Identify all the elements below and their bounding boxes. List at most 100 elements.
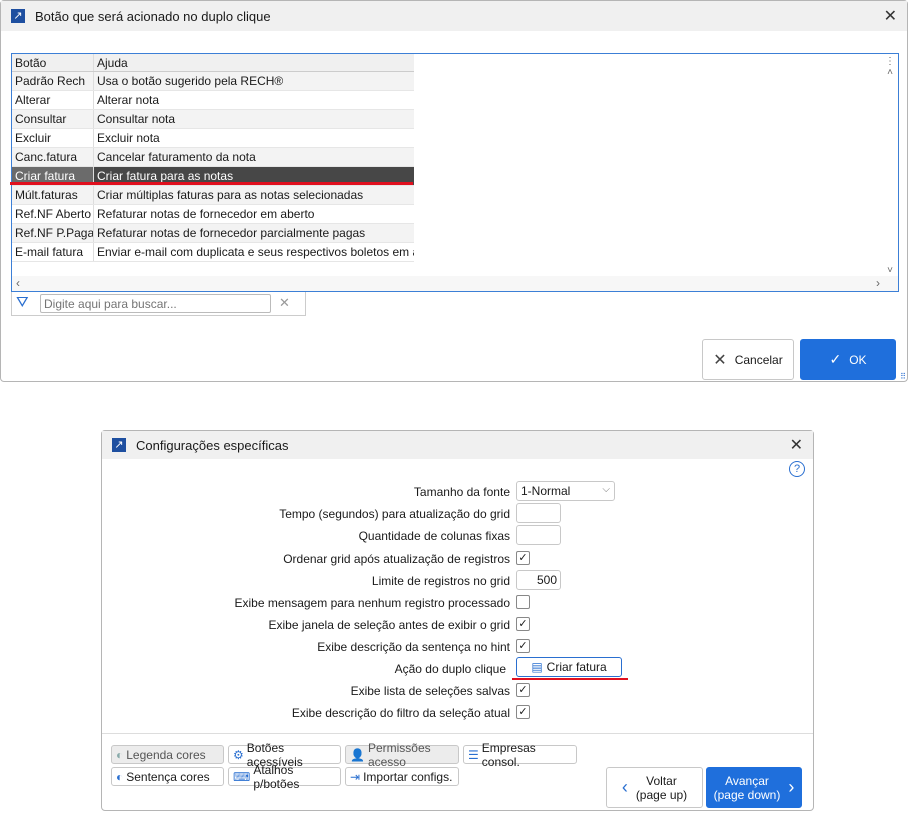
color-legend-label: Legenda cores: [126, 747, 206, 762]
table-row[interactable]: Consultar Consultar nota: [12, 110, 414, 129]
app-icon: ↗: [112, 438, 126, 452]
close-icon[interactable]: ✕: [884, 6, 897, 26]
cell-ajuda: Excluir nota: [97, 131, 160, 145]
dialog-title: Configurações específicas: [136, 437, 289, 453]
sort-grid-checkbox[interactable]: ✓: [516, 551, 530, 565]
cell-botao: Canc.fatura: [12, 148, 94, 166]
button-shortcuts-label: Atalhos p/botões: [253, 762, 300, 791]
font-size-value: 1-Normal: [521, 484, 571, 498]
filter-desc-label: Exibe descrição do filtro da seleção atu…: [291, 706, 510, 720]
selection-window-checkbox[interactable]: ✓: [516, 617, 530, 631]
refresh-time-input[interactable]: [516, 503, 561, 523]
cell-botao: Consultar: [12, 110, 94, 128]
cell-botao: Padrão Rech: [12, 72, 94, 90]
scroll-down-icon[interactable]: ˅: [882, 265, 898, 276]
title-bar: ↗ Botão que será acionado no duplo cliqu…: [1, 1, 907, 31]
palette-icon: ◐: [116, 769, 124, 784]
highlight-underline: [10, 182, 413, 185]
gear-icon: ⚙: [233, 747, 244, 762]
cell-botao: E-mail fatura: [12, 243, 94, 261]
scroll-left-icon[interactable]: ‹: [16, 276, 20, 290]
sentence-hint-label: Exibe descrição da sentença no hint: [317, 640, 510, 654]
no-record-msg-checkbox[interactable]: [516, 595, 530, 609]
sort-grid-label: Ordenar grid após atualização de registr…: [283, 552, 510, 566]
consolidated-companies-label: Empresas consol.: [481, 740, 536, 769]
cell-ajuda: Refaturar notas de fornecedor parcialmen…: [97, 226, 366, 240]
table-row[interactable]: Múlt.faturas Criar múltiplas faturas para…: [12, 186, 414, 205]
table-row[interactable]: Ref.NF Aberto Refaturar notas de forneced…: [12, 205, 414, 224]
font-size-select[interactable]: 1-Normal ⌵: [516, 481, 615, 501]
accessible-buttons-button[interactable]: ⚙ Botões acessíveis: [228, 741, 341, 769]
vertical-scrollbar[interactable]: ⋮ ˄ ˅: [882, 54, 898, 276]
back-label: Voltar: [646, 773, 677, 788]
back-text: Voltar (page up): [636, 774, 687, 802]
table-row[interactable]: Excluir Excluir nota: [12, 129, 414, 148]
user-check-icon: 👤: [350, 747, 365, 762]
import-configs-label: Importar configs.: [363, 769, 453, 784]
no-record-msg-label: Exibe mensagem para nenhum registro proc…: [234, 596, 510, 610]
button-shortcuts-button[interactable]: ⌨ Atalhos p/botões: [228, 763, 341, 791]
fixed-columns-label: Quantidade de colunas fixas: [358, 529, 510, 543]
fixed-columns-input[interactable]: [516, 525, 561, 545]
chevron-left-icon: ‹: [621, 777, 628, 797]
keyboard-icon: ⌨: [233, 769, 251, 784]
import-configs-button[interactable]: ⇥ Importar configs.: [345, 767, 459, 786]
invoice-icon: ▤: [531, 660, 543, 674]
cell-ajuda: Usa o botão sugerido pela RECH®: [97, 74, 284, 88]
grid-header: Botão Ajuda: [12, 54, 414, 72]
filter-bar: ⛛ ✕: [11, 292, 306, 316]
cell-botao: Ref.NF P.Paga: [12, 224, 94, 242]
dialog-title: Botão que será acionado no duplo clique: [35, 8, 271, 24]
table-row[interactable]: Canc.fatura Cancelar faturamento da nota: [12, 148, 414, 167]
double-click-action-button[interactable]: ▤ Criar fatura: [516, 657, 622, 677]
double-click-label: Ação do duplo clique: [394, 662, 506, 676]
selection-window-label: Exibe janela de seleção antes de exibir …: [268, 618, 511, 632]
saved-selections-checkbox[interactable]: ✓: [516, 683, 530, 697]
scroll-up-icon[interactable]: ˄: [882, 67, 898, 78]
horizontal-scrollbar[interactable]: ‹ ›: [12, 276, 898, 291]
next-button[interactable]: Avançar (page down) ›: [706, 767, 802, 808]
cancel-icon: ✕: [713, 351, 727, 369]
clear-search-icon[interactable]: ✕: [279, 295, 290, 311]
help-icon[interactable]: ?: [789, 461, 805, 477]
import-icon: ⇥: [350, 769, 361, 784]
record-limit-input[interactable]: 500: [516, 570, 561, 590]
resize-grip-icon[interactable]: ⠿: [900, 372, 906, 381]
cell-ajuda: Alterar nota: [97, 93, 160, 107]
record-limit-label: Limite de registros no grid: [371, 574, 510, 588]
table-row[interactable]: Alterar Alterar nota: [12, 91, 414, 110]
scroll-right-icon[interactable]: ›: [876, 276, 880, 290]
search-input[interactable]: [40, 294, 271, 313]
sentence-colors-label: Sentença cores: [126, 769, 210, 784]
buttons-grid: Botão Ajuda Padrão Rech Usa o botão suger…: [11, 53, 899, 292]
cancel-label: Cancelar: [734, 352, 783, 367]
cancel-button[interactable]: ✕ Cancelar: [702, 339, 794, 380]
double-click-button-dialog: ↗ Botão que será acionado no duplo cliqu…: [0, 0, 908, 382]
menu-dots-icon[interactable]: ⋮: [882, 56, 898, 67]
table-row[interactable]: E-mail fatura Enviar e-mail com duplicata…: [12, 243, 414, 262]
title-bar: ↗ Configurações específicas ✕: [102, 431, 813, 459]
list-icon: ☰: [468, 747, 479, 762]
column-header-ajuda[interactable]: Ajuda: [94, 54, 414, 71]
consolidated-companies-button[interactable]: ☰ Empresas consol.: [463, 741, 577, 769]
cell-ajuda: Enviar e-mail com duplicata e seus respe…: [97, 245, 414, 259]
palette-icon: ◐: [116, 747, 124, 762]
color-legend-button[interactable]: ◐ Legenda cores: [111, 745, 224, 764]
app-icon: ↗: [11, 9, 25, 23]
access-permissions-button[interactable]: 👤 Permissões acesso: [345, 741, 459, 769]
sentence-hint-checkbox[interactable]: ✓: [516, 639, 530, 653]
refresh-time-label: Tempo (segundos) para atualização do gri…: [279, 507, 510, 521]
sentence-colors-button[interactable]: ◐ Sentença cores: [111, 767, 224, 786]
back-button[interactable]: ‹ Voltar (page up): [606, 767, 703, 808]
font-size-label: Tamanho da fonte: [413, 485, 510, 499]
column-header-botao[interactable]: Botão: [12, 54, 94, 71]
chevron-right-icon: ›: [788, 777, 795, 797]
cell-botao: Múlt.faturas: [12, 186, 94, 204]
filter-desc-checkbox[interactable]: ✓: [516, 705, 530, 719]
cell-botao: Excluir: [12, 129, 94, 147]
ok-button[interactable]: ✓ OK: [800, 339, 896, 380]
table-row[interactable]: Ref.NF P.Paga Refaturar notas de forneced…: [12, 224, 414, 243]
close-icon[interactable]: ✕: [790, 435, 803, 455]
check-icon: ✓: [829, 351, 842, 367]
table-row[interactable]: Padrão Rech Usa o botão sugerido pela REC…: [12, 72, 414, 91]
